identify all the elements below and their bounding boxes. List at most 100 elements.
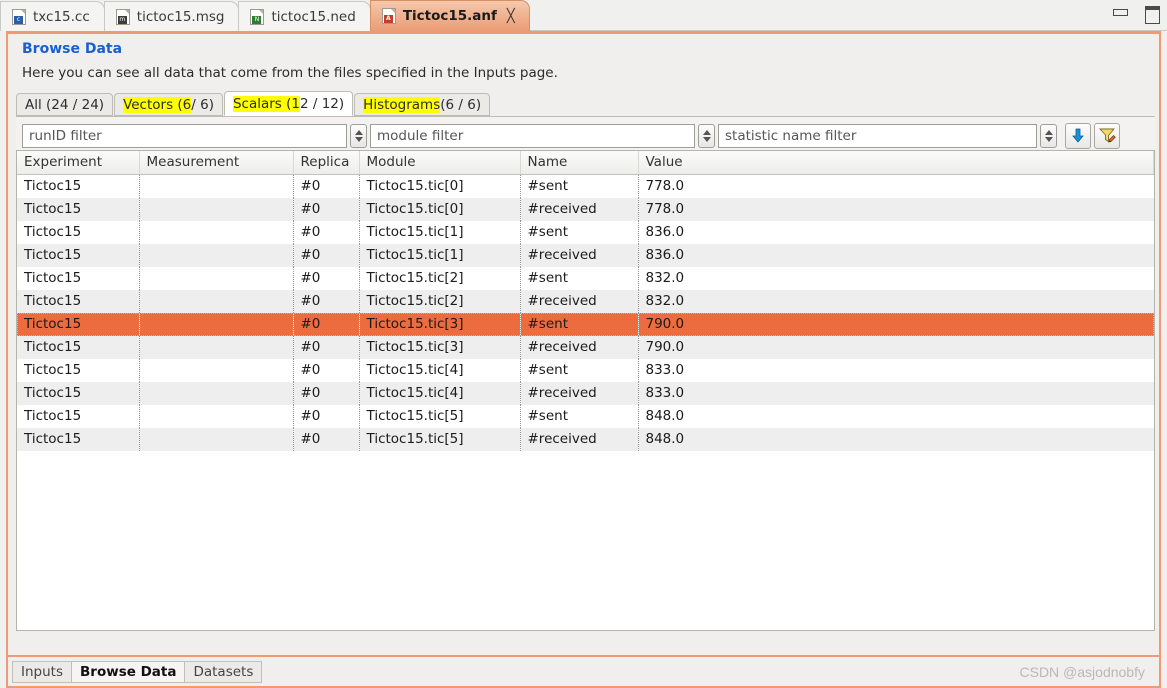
column-header-name[interactable]: Name	[520, 151, 639, 175]
cell-replica: #0	[293, 427, 360, 451]
data-type-tab-vectors[interactable]: Vectors (6 / 6)	[114, 93, 223, 116]
msg-file-icon: m	[115, 8, 130, 25]
cell-measurement	[139, 220, 294, 244]
edit-filter-button[interactable]	[1094, 122, 1120, 149]
ned-file-icon: N	[250, 8, 265, 25]
table-row[interactable]: Tictoc15 #0 Tictoc15.tic[2] #received 832.0	[17, 289, 1154, 313]
file-type-glyph: c	[14, 15, 23, 24]
cell-measurement	[139, 427, 294, 451]
cell-replica: #0	[293, 289, 360, 313]
data-type-tab-histograms[interactable]: Histograms (6 / 6)	[354, 93, 491, 116]
table-row[interactable]: Tictoc15 #0 Tictoc15.tic[4] #sent 833.0	[17, 358, 1154, 382]
cell-experiment: Tictoc15	[17, 289, 140, 313]
table-row[interactable]: Tictoc15 #0 Tictoc15.tic[3] #sent 790.0	[17, 312, 1154, 336]
cell-measurement	[139, 289, 294, 313]
table-row[interactable]: Tictoc15 #0 Tictoc15.tic[5] #sent 848.0	[17, 404, 1154, 428]
cell-name: #received	[520, 197, 639, 221]
data-type-tab-label-rest: (6 / 6)	[440, 96, 482, 113]
cell-measurement	[139, 335, 294, 359]
editor-tab-txc15-cc[interactable]: c txc15.cc	[0, 1, 105, 31]
table-row[interactable]: Tictoc15 #0 Tictoc15.tic[1] #received 836.0	[17, 243, 1154, 267]
cell-experiment: Tictoc15	[17, 197, 140, 221]
editor-tab-label: tictoc15.msg	[136, 8, 225, 25]
cell-value: 836.0	[645, 223, 685, 240]
maximize-icon[interactable]	[1145, 6, 1160, 24]
cell-replica: #0	[293, 197, 360, 221]
cell-replica: #0	[293, 404, 360, 428]
column-header-measurement[interactable]: Measurement	[139, 151, 294, 175]
table-header-row: Experiment Measurement Replica Module Na…	[17, 151, 1154, 175]
cell-replica: #0	[293, 381, 360, 405]
table-row[interactable]: Tictoc15 #0 Tictoc15.tic[0] #sent 778.0	[17, 174, 1154, 198]
cell-name: #sent	[520, 220, 639, 244]
cell-experiment: Tictoc15	[17, 335, 140, 359]
table-row[interactable]: Tictoc15 #0 Tictoc15.tic[1] #sent 836.0	[17, 220, 1154, 244]
down-arrow-icon	[1072, 128, 1084, 143]
cell-module: Tictoc15.tic[3]	[359, 335, 521, 359]
runid-filter-spinner[interactable]	[350, 123, 367, 148]
cell-module: Tictoc15.tic[2]	[359, 289, 521, 313]
cell-module: Tictoc15.tic[1]	[359, 243, 521, 267]
data-type-tab-label-highlighted: Histograms	[363, 96, 441, 113]
editor-tab-tictoc15-anf[interactable]: A Tictoc15.anf ╳	[369, 0, 530, 31]
cell-name: #sent	[520, 358, 639, 382]
table-row[interactable]: Tictoc15 #0 Tictoc15.tic[3] #received 790.0	[17, 335, 1154, 359]
cell-value: 833.0	[645, 361, 685, 378]
page-tab-inputs[interactable]: Inputs	[12, 660, 72, 683]
editor-tab-tictoc15-msg[interactable]: m tictoc15.msg	[103, 1, 240, 31]
module-filter-input[interactable]: module filter	[370, 123, 695, 148]
table-row[interactable]: Tictoc15 #0 Tictoc15.tic[4] #received 833.0	[17, 381, 1154, 405]
cell-value: 832.0	[638, 289, 1154, 313]
page-tab-browse-data[interactable]: Browse Data	[71, 660, 186, 683]
runid-filter-input[interactable]: runID filter	[22, 123, 347, 148]
window-controls	[1113, 6, 1160, 24]
cell-measurement	[139, 243, 294, 267]
cell-name: #received	[520, 243, 639, 267]
cell-replica: #0	[293, 358, 360, 382]
column-header-replica[interactable]: Replica	[293, 151, 360, 175]
cell-experiment: Tictoc15	[17, 404, 140, 428]
minimize-icon[interactable]	[1113, 6, 1128, 18]
export-arrow-button[interactable]	[1065, 122, 1091, 149]
results-table-container[interactable]: Experiment Measurement Replica Module Na…	[16, 150, 1155, 631]
table-row[interactable]: Tictoc15 #0 Tictoc15.tic[5] #received 848.0	[17, 427, 1154, 451]
cell-replica: #0	[293, 174, 360, 198]
column-header-value[interactable]: Value	[638, 151, 1154, 175]
data-type-tab-scalars[interactable]: Scalars (1 2 / 12)	[223, 91, 354, 116]
close-icon[interactable]: ╳	[507, 9, 515, 24]
column-header-module[interactable]: Module	[359, 151, 521, 175]
tab-strip-filler	[528, 1, 1167, 31]
cell-module: Tictoc15.tic[1]	[359, 220, 521, 244]
statistic-filter-spinner[interactable]	[1040, 123, 1057, 148]
cell-module: Tictoc15.tic[4]	[359, 358, 521, 382]
cell-replica: #0	[293, 243, 360, 267]
cell-value: 848.0	[638, 427, 1154, 451]
cell-value: 848.0	[645, 407, 685, 424]
column-header-experiment[interactable]: Experiment	[17, 151, 140, 175]
table-row[interactable]: Tictoc15 #0 Tictoc15.tic[0] #received 778.0	[17, 197, 1154, 221]
cell-experiment: Tictoc15	[17, 312, 140, 336]
cell-name: #received	[520, 381, 639, 405]
cell-value: 832.0	[645, 269, 685, 286]
cell-value: 833.0	[638, 381, 1154, 405]
data-type-tab-label-rest: / 6)	[191, 96, 214, 113]
cell-experiment: Tictoc15	[17, 381, 140, 405]
editor-tab-label: txc15.cc	[33, 8, 90, 25]
statistic-filter-input[interactable]: statistic name filter	[718, 123, 1037, 148]
cell-measurement	[139, 174, 294, 198]
page-tab-datasets[interactable]: Datasets	[184, 660, 263, 683]
cell-measurement	[139, 197, 294, 221]
cell-replica: #0	[293, 312, 360, 336]
page-description: Here you can see all data that come from…	[22, 65, 558, 81]
module-filter-spinner[interactable]	[698, 123, 715, 148]
table-header: Experiment Measurement Replica Module Na…	[17, 151, 1154, 175]
cell-experiment: Tictoc15	[17, 427, 140, 451]
data-type-tab-all[interactable]: All (24 / 24)	[16, 93, 114, 116]
c-file-icon: c	[12, 8, 26, 25]
cell-module: Tictoc15.tic[5]	[359, 427, 521, 451]
editor-tab-tictoc15-ned[interactable]: Ntictoc15.ned	[238, 1, 371, 31]
cell-replica: #0	[293, 266, 360, 290]
cell-value: 790.0	[638, 312, 1154, 336]
editor-tab-label: tictoc15.ned	[271, 8, 356, 25]
table-row[interactable]: Tictoc15 #0 Tictoc15.tic[2] #sent 832.0	[17, 266, 1154, 290]
